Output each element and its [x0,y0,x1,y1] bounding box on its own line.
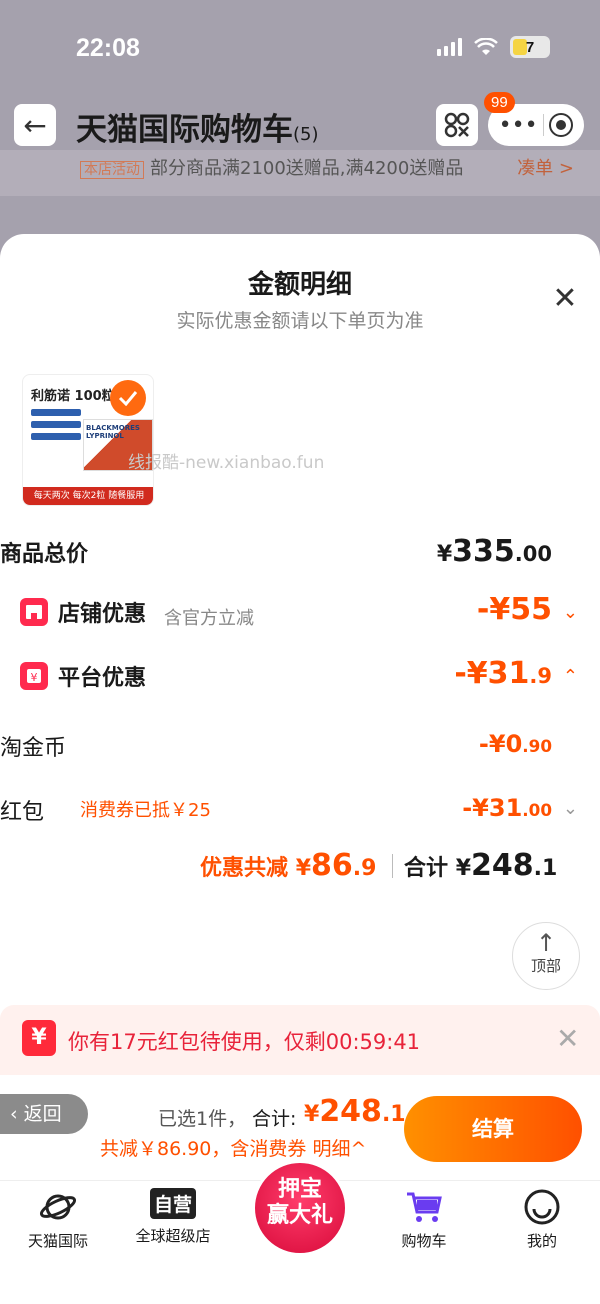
page-title: 天猫国际购物车(5) [76,104,319,149]
ziying-icon: 自营 [149,1188,196,1219]
close-button[interactable]: ✕ [548,284,582,318]
product-name: 利筋诺 100粒 [31,389,115,404]
goods-total-value: ¥335.00 [436,534,552,569]
back-button[interactable]: ← [14,104,56,146]
promo-text: 部分商品满2100送赠品,满4200送赠品 [150,158,464,179]
chevron-down-icon[interactable]: ⌄ [563,798,578,819]
promo-bubble[interactable]: 押宝 赢大礼 [252,1160,348,1256]
tab-global-super-store[interactable]: 自营 全球超级店 [122,1188,224,1246]
cart-icon [407,1192,442,1222]
chevron-up-icon[interactable]: ⌃ [563,666,578,687]
record-icon[interactable] [549,113,574,137]
wifi-icon [474,38,498,55]
coupon-close-button[interactable]: ✕ [556,1022,579,1055]
qr-icon [444,112,470,138]
watermark: 线报酷-new.xianbao.fun [128,453,325,473]
hongbao-value: -¥31.00 [462,794,552,822]
sheet-subtitle: 实际优惠金额请以下单页为准 [176,310,424,332]
svg-text:¥: ¥ [31,671,38,684]
checkout-total-label: 合计: [252,1108,297,1130]
promo-bubble-line2: 赢大礼 [266,1203,333,1228]
promo-tag: 本店活动 [80,161,144,179]
product-brand: BLACKMORES LYPRINOL [86,424,140,440]
hongbao-label: 红包 [0,800,45,825]
checkout-button[interactable]: 结算 [404,1096,582,1162]
product-banner: 每天两次 每次2粒 随餐服用 [23,487,153,505]
battery-icon: 7 [510,36,550,58]
promo-bubble-line1: 押宝 [277,1177,322,1202]
shop-discount-note: 含官方立减 [164,608,254,629]
detail-link[interactable]: 明细^ [312,1138,366,1160]
product-bullets [31,409,81,445]
tab-label: 我的 [526,1232,557,1250]
arrow-left-icon: ← [23,108,47,142]
taojinbi-value: -¥0.90 [478,730,552,758]
goods-total-label: 商品总价 [0,542,89,567]
close-icon: ✕ [552,281,578,316]
hongbao-note: 消费券已抵￥25 [80,800,211,821]
tab-label: 购物车 [401,1232,447,1250]
summary-divider [392,854,393,878]
tab-cart[interactable]: 购物车 [374,1188,474,1251]
selected-count: 已选1件， [158,1108,247,1130]
checkout-total-value: ¥248.1 [304,1094,406,1129]
smile-icon [524,1189,560,1225]
shop-icon [20,598,48,626]
shop-discount-label: 店铺优惠 [58,602,147,627]
signal-icon [437,38,462,56]
back-to-top-label: 顶部 [530,957,561,975]
summary-total: 合计 ¥248.1 [404,848,558,883]
status-time: 22:08 [76,34,140,62]
promo-link[interactable]: 凑单 > [517,154,574,180]
hongbao-icon: ¥ [22,1020,56,1056]
platform-coupon-icon: ¥ [20,662,48,690]
tab-mine[interactable]: 我的 [492,1188,592,1251]
chevron-left-icon: ‹ [10,1103,24,1125]
cart-count: (5) [293,124,319,145]
capsule-divider [542,114,544,136]
arrow-up-icon: ↑ [535,929,557,957]
shop-promo-strip: 本店活动 部分商品满2100送赠品,满4200送赠品 凑单 > [0,150,600,196]
tab-tmall-global[interactable]: 天猫国际 [8,1188,108,1251]
checkmark-icon [110,380,146,416]
shop-discount-value: -¥55 [476,592,552,627]
chevron-down-icon[interactable]: ⌄ [563,602,578,623]
coupon-reminder-text: 你有17元红包待使用，仅剩00:59:41 [68,1030,421,1054]
discount-summary: 共减￥86.90，含消费券 明细^ [100,1138,367,1160]
close-icon: ✕ [556,1022,580,1055]
qr-scan-button[interactable] [436,104,478,146]
tab-label: 全球超级店 [135,1227,211,1245]
total-saving: 优惠共减 ¥86.9 [200,848,377,883]
planet-icon [39,1194,77,1220]
platform-discount-label: 平台优惠 [58,666,147,691]
sheet-title: 金额明细 [247,270,352,300]
return-button[interactable]: ‹ 返回 [0,1094,88,1134]
status-icons: 7 [437,36,550,58]
tab-label: 天猫国际 [27,1232,88,1250]
more-icon[interactable]: ••• [499,113,538,138]
taojinbi-label: 淘金币 [0,736,67,761]
back-to-top-button[interactable]: ↑ 顶部 [512,922,580,990]
message-badge: 99 [484,92,515,113]
status-bar: 22:08 7 [0,0,600,96]
platform-discount-value: -¥31.9 [454,656,552,691]
page-title-text: 天猫国际购物车 [76,112,293,148]
